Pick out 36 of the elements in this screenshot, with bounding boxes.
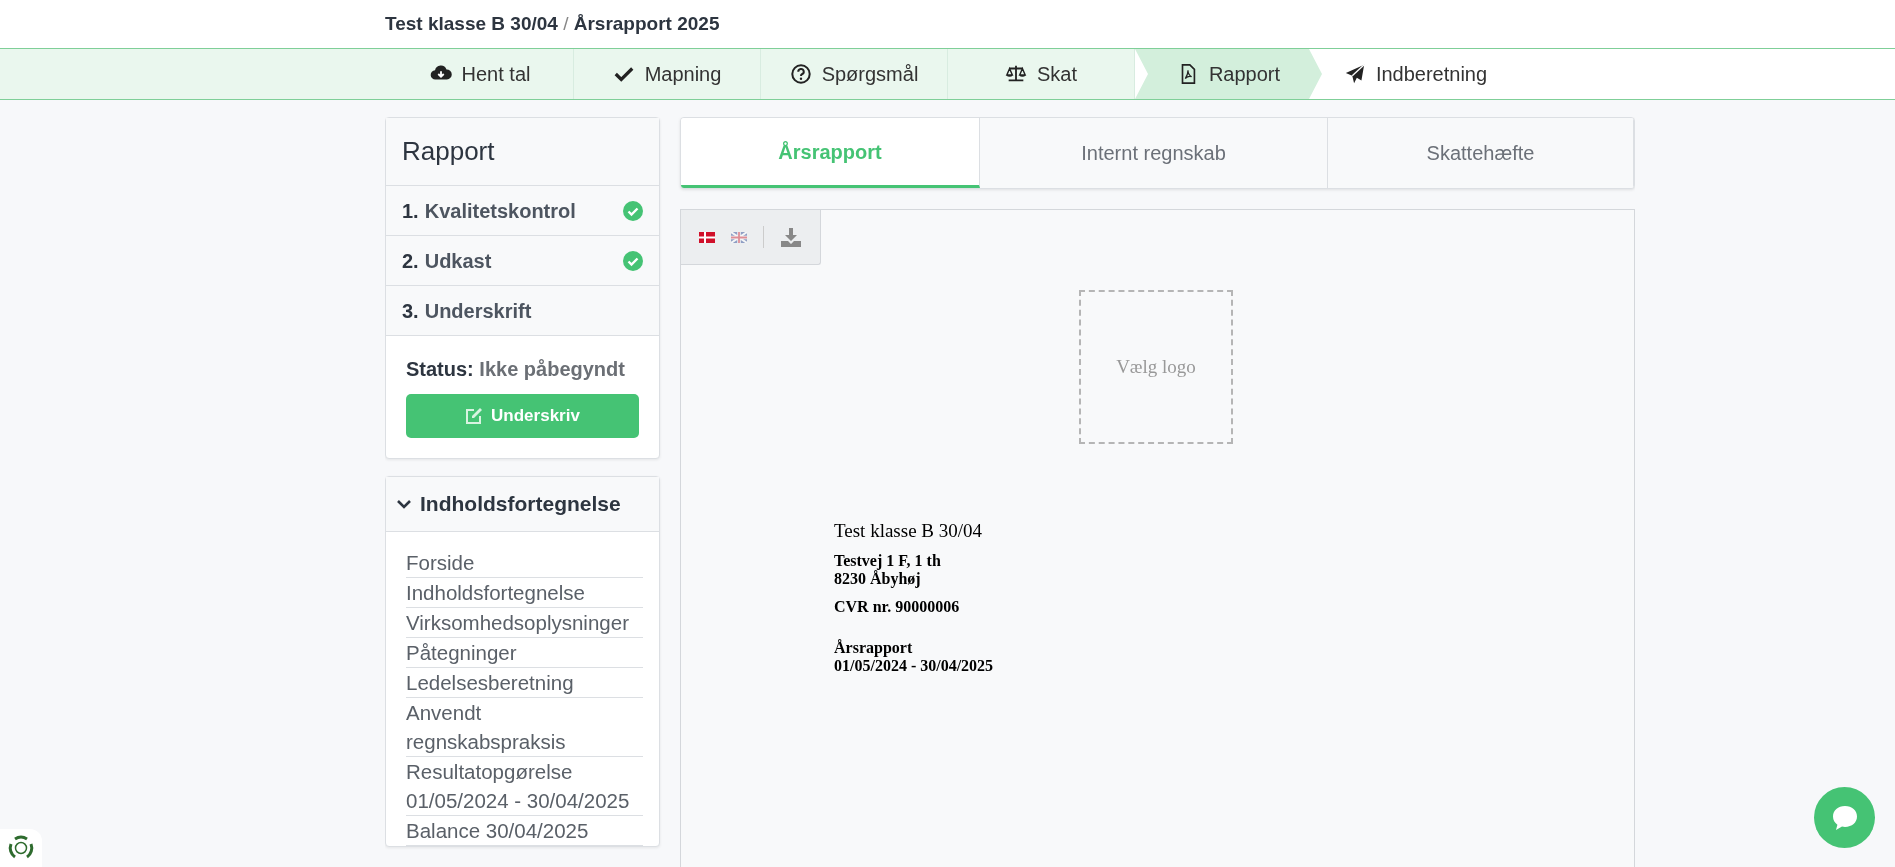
toc-link[interactable]: Indholdsfortegnelse (406, 577, 643, 608)
card-title: Rapport (386, 118, 659, 186)
chat-button[interactable] (1814, 787, 1875, 848)
tab[interactable]: Internt regnskab (980, 118, 1328, 188)
step-item[interactable]: 2. Udkast (386, 236, 659, 286)
report-period: 01/05/2024 - 30/04/2025 (834, 657, 995, 675)
british-flag-icon (731, 231, 747, 243)
toc-link[interactable]: Ledelsesberetning (406, 667, 643, 698)
download-button[interactable] (780, 226, 802, 248)
step-tab[interactable]: Spørgsmål (761, 49, 948, 99)
tab[interactable]: Skattehæfte (1328, 118, 1634, 188)
cvr-number: CVR nr. 90000006 (834, 598, 961, 616)
toc-link[interactable]: Balance 30/04/2025 (406, 815, 643, 846)
address-line: Testvej 1 F, 1 th (834, 552, 942, 570)
toc-link[interactable]: Forside (406, 547, 643, 578)
step-tab[interactable]: Skat (948, 49, 1135, 99)
step-tab[interactable]: Rapport (1135, 49, 1322, 99)
breadcrumb: Test klasse B 30/04 / Årsrapport 2025 (385, 11, 720, 36)
step-tab[interactable]: Hent tal (387, 49, 574, 99)
language-button[interactable] (699, 231, 715, 243)
step-item[interactable]: 3. Underskrift (386, 286, 659, 336)
company-name: Test klasse B 30/04 (834, 522, 984, 540)
address-line: 8230 Åbyhøj (834, 570, 922, 588)
status-text: Status: Ikke påbegyndt (406, 357, 626, 382)
toc-link[interactable]: Virksomhedsoplysninger (406, 607, 643, 638)
report-title: Årsrapport (834, 639, 914, 657)
question-icon (789, 63, 812, 85)
edit-icon (465, 407, 484, 425)
danish-flag-icon (699, 231, 715, 243)
toc-link[interactable]: Påtegninger (406, 637, 643, 668)
step-tab[interactable]: Mapning (574, 49, 761, 99)
step-item[interactable]: 1. Kvalitetskontrol (386, 186, 659, 236)
toc-link[interactable]: Resultatopgørelse 01/05/2024 - 30/04/2025 (406, 756, 643, 816)
language-button[interactable] (731, 231, 747, 243)
toc-header[interactable]: Indholdsfortegnelse (386, 477, 659, 532)
toc-link[interactable]: Anvendt regnskabspraksis (406, 697, 643, 757)
